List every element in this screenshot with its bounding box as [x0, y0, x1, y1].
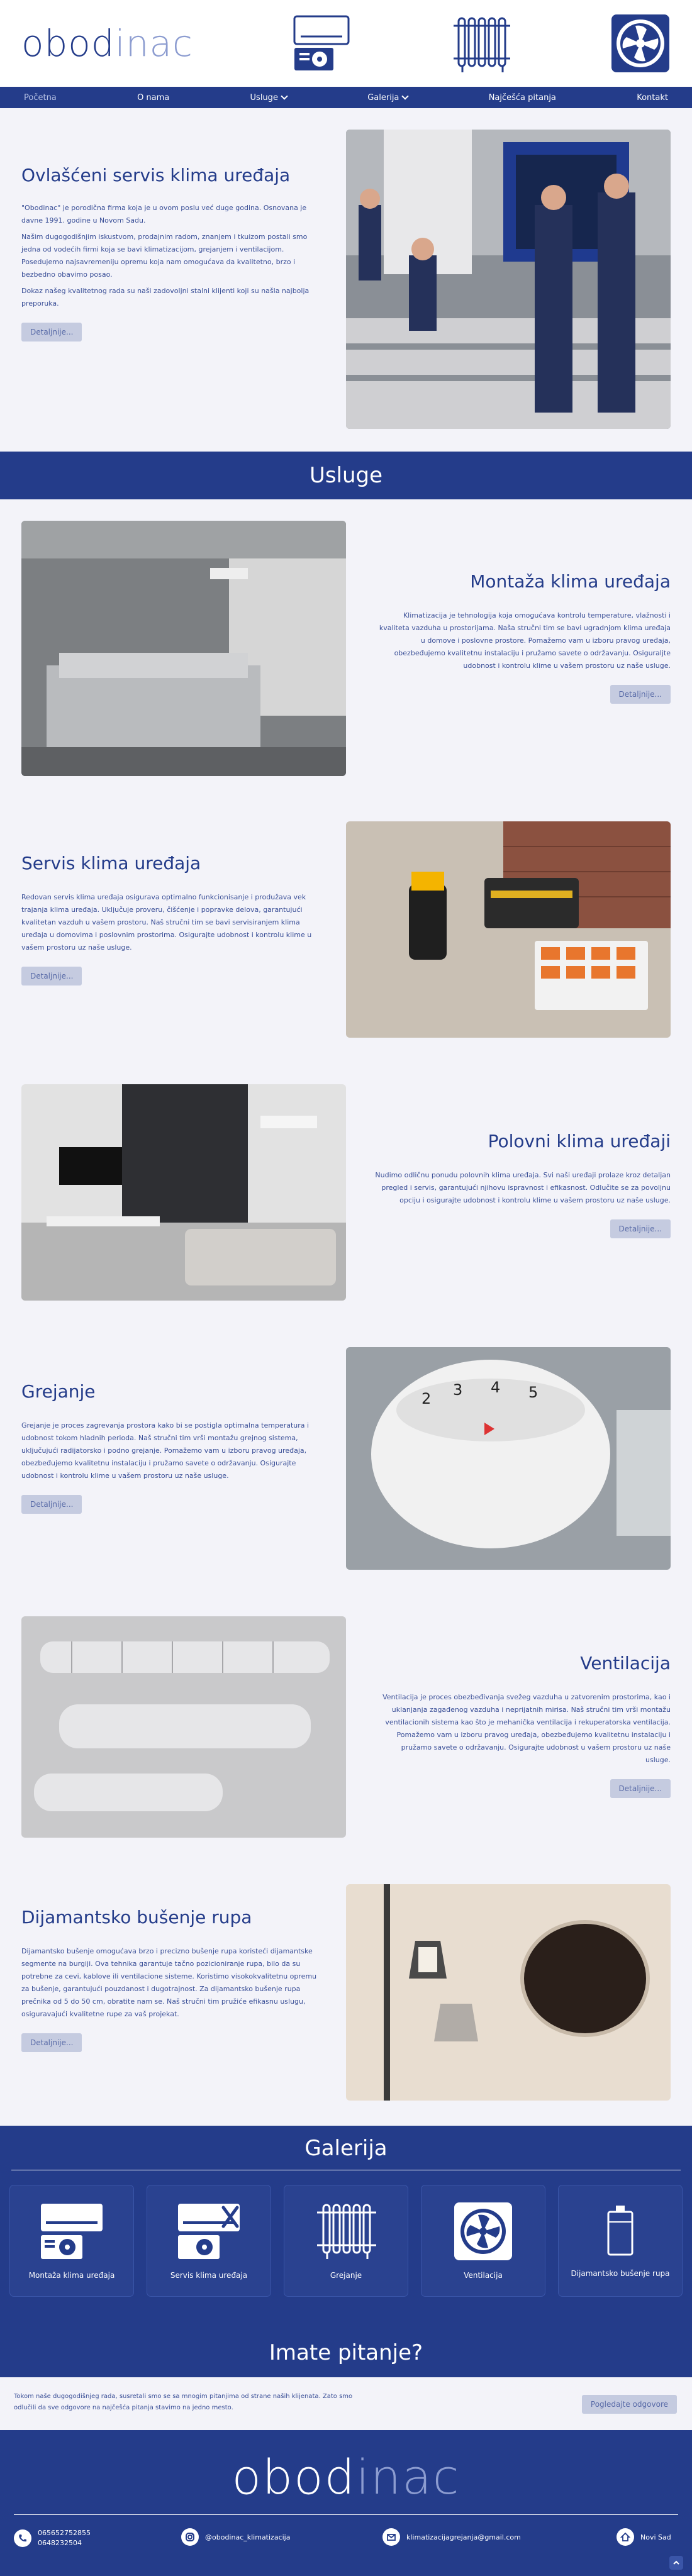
services-heading: Usluge: [0, 452, 692, 499]
city-name: Novi Sad: [640, 2533, 671, 2541]
email-icon: [382, 2528, 400, 2546]
contact-instagram[interactable]: @obodinac_klimatizacija: [181, 2528, 290, 2546]
instagram-handle: @obodinac_klimatizacija: [205, 2533, 291, 2541]
site-header: obodinac: [0, 0, 692, 87]
main-nav: Početna O nama Usluge Galerija Najčešća …: [0, 87, 692, 108]
contact-location[interactable]: Novi Sad: [617, 2528, 671, 2546]
tools-photo: [346, 821, 671, 1038]
intro-paragraph: Dokaz našeg kvalitetnog rada su naši zad…: [21, 287, 310, 308]
gallery-card-label: Montaža klima uređaja: [28, 2271, 115, 2280]
gallery-card-ventilation[interactable]: Ventilacija: [421, 2185, 545, 2296]
site-footer: obodinac 065652752855 0648232504 @obodina…: [0, 2430, 692, 2576]
phone-number: 0648232504: [38, 2539, 82, 2547]
service-block: Servis klima uređaja Redovan servis klim…: [21, 853, 317, 985]
home-icon: [617, 2528, 634, 2546]
chevron-up-icon: [673, 2560, 679, 2565]
intro-paragraph: Našim dugogodišnjim iskustvom, prodajnim…: [21, 233, 308, 279]
footer-logo[interactable]: obodinac: [0, 2449, 692, 2505]
service-title: Dijamantsko bušenje rupa: [21, 1907, 252, 1928]
service-description: Nudimo odličnu ponudu polovnih klima ure…: [375, 1171, 671, 1204]
svg-text:5: 5: [528, 1384, 538, 1401]
drilled-hole-photo: [346, 1884, 671, 2101]
gallery-card-ac-service[interactable]: Servis klima uređaja: [147, 2185, 271, 2296]
service-description: Ventilacija je proces obezbeđivanja svež…: [382, 1693, 671, 1764]
gallery-card-label: Ventilacija: [464, 2271, 503, 2280]
service-details-button[interactable]: Detaljnije...: [610, 685, 671, 704]
nav-contact[interactable]: Kontakt: [637, 93, 668, 103]
gallery-card-label: Servis klima uređaja: [170, 2271, 248, 2280]
contact-phone[interactable]: 065652752855 0648232504: [14, 2528, 91, 2548]
intro-section: Ovlašćeni servis klima uređaja "Obodinac…: [0, 108, 692, 452]
ac-unit-icon: [41, 2204, 103, 2259]
intro-details-button[interactable]: Detaljnije...: [21, 323, 82, 341]
page: obodinac Početna O nama Usluge Galerija …: [0, 0, 692, 2576]
service-block: Ventilacija Ventilacija je proces obezbe…: [375, 1653, 671, 1798]
service-title: Servis klima uređaja: [21, 853, 201, 874]
svg-text:2: 2: [421, 1390, 431, 1407]
service-details-button[interactable]: Detaljnije...: [610, 1219, 671, 1238]
fan-icon: [610, 13, 671, 74]
nav-faq[interactable]: Najčešća pitanja: [489, 93, 556, 103]
drill-icon: [607, 2206, 633, 2256]
service-block: Dijamantsko bušenje rupa Dijamantsko buš…: [21, 1907, 317, 2052]
faq-heading: Imate pitanje?: [0, 2328, 692, 2377]
service-description: Klimatizacija je tehnologija koja omoguć…: [379, 611, 671, 670]
faq-text: Tokom naše dugogodišnjeg rada, susretali…: [14, 2393, 353, 2411]
ac-service-icon: [178, 2204, 240, 2259]
service-details-button[interactable]: Detaljnije...: [21, 2033, 82, 2052]
service-title: Montaža klima uređaja: [470, 571, 671, 592]
intro-title: Ovlašćeni servis klima uređaja: [21, 165, 291, 186]
thermostat-photo: 2 3 4 5: [346, 1347, 671, 1570]
phone-icon: [14, 2529, 31, 2547]
svg-text:4: 4: [491, 1379, 500, 1396]
chevron-down-icon: [401, 92, 410, 100]
intro-text: Ovlašćeni servis klima uređaja "Obodinac…: [21, 165, 311, 341]
gallery-title: Galerija: [304, 2136, 388, 2161]
phone-number: 065652752855: [38, 2529, 91, 2537]
service-description: Dijamantsko bušenje omogućava brzo i pre…: [21, 1947, 317, 2018]
nav-home[interactable]: Početna: [24, 93, 57, 103]
email-address: klimatizacijagrejanja@gmail.com: [406, 2533, 521, 2541]
contact-email[interactable]: klimatizacijagrejanja@gmail.com: [382, 2528, 521, 2546]
ventilation-photo: [21, 1616, 346, 1838]
intro-paragraph: "Obodinac" je porodična firma koja je u …: [21, 204, 307, 225]
gallery-section: Galerija Montaža klima uređaja Servis kl…: [0, 2126, 692, 2328]
service-title: Ventilacija: [580, 1653, 671, 1674]
site-logo[interactable]: obodinac: [21, 22, 193, 65]
faq-answers-button[interactable]: Pogledajte odgovore: [581, 2395, 677, 2414]
living-room-photo: [21, 1084, 346, 1301]
service-details-button[interactable]: Detaljnije...: [21, 967, 82, 985]
service-block: Polovni klima uređaji Nudimo odličnu pon…: [375, 1131, 671, 1238]
gallery-list: Montaža klima uređaja Servis klima uređa…: [0, 2185, 692, 2296]
faq-section: Tokom naše dugogodišnjeg rada, susretali…: [0, 2377, 692, 2430]
chevron-down-icon: [281, 92, 288, 100]
service-title: Grejanje: [21, 1381, 96, 1402]
service-block: Grejanje Grejanje je proces zagrevanja p…: [21, 1381, 317, 1514]
radiator-icon: [317, 2204, 376, 2259]
bedroom-photo: [21, 521, 346, 776]
service-description: Grejanje je proces zagrevanja prostora k…: [21, 1421, 310, 1480]
service-title: Polovni klima uređaji: [488, 1131, 671, 1152]
svg-text:3: 3: [453, 1381, 462, 1399]
gallery-card-label: Grejanje: [330, 2271, 362, 2280]
instagram-icon: [181, 2528, 199, 2546]
gallery-card-drilling[interactable]: Dijamantsko bušenje rupa: [559, 2185, 682, 2296]
radiator-icon: [450, 12, 513, 75]
nav-services[interactable]: Usluge: [250, 92, 288, 103]
service-block: Montaža klima uređaja Klimatizacija je t…: [375, 571, 671, 704]
team-photo: [346, 130, 671, 429]
nav-gallery[interactable]: Galerija: [367, 92, 410, 103]
service-details-button[interactable]: Detaljnije...: [21, 1495, 82, 1514]
nav-about[interactable]: O nama: [137, 93, 169, 103]
fan-icon: [454, 2202, 512, 2260]
gallery-card-heating[interactable]: Grejanje: [284, 2185, 408, 2296]
service-description: Redovan servis klima uređaja osigurava o…: [21, 893, 312, 952]
ac-unit-icon: [291, 13, 352, 74]
divider: [14, 2514, 678, 2515]
gallery-card-label: Dijamantsko bušenje rupa: [571, 2269, 670, 2278]
service-details-button[interactable]: Detaljnije...: [610, 1779, 671, 1798]
scroll-to-top-button[interactable]: [669, 2556, 683, 2570]
gallery-card-ac-install[interactable]: Montaža klima uređaja: [10, 2185, 133, 2296]
